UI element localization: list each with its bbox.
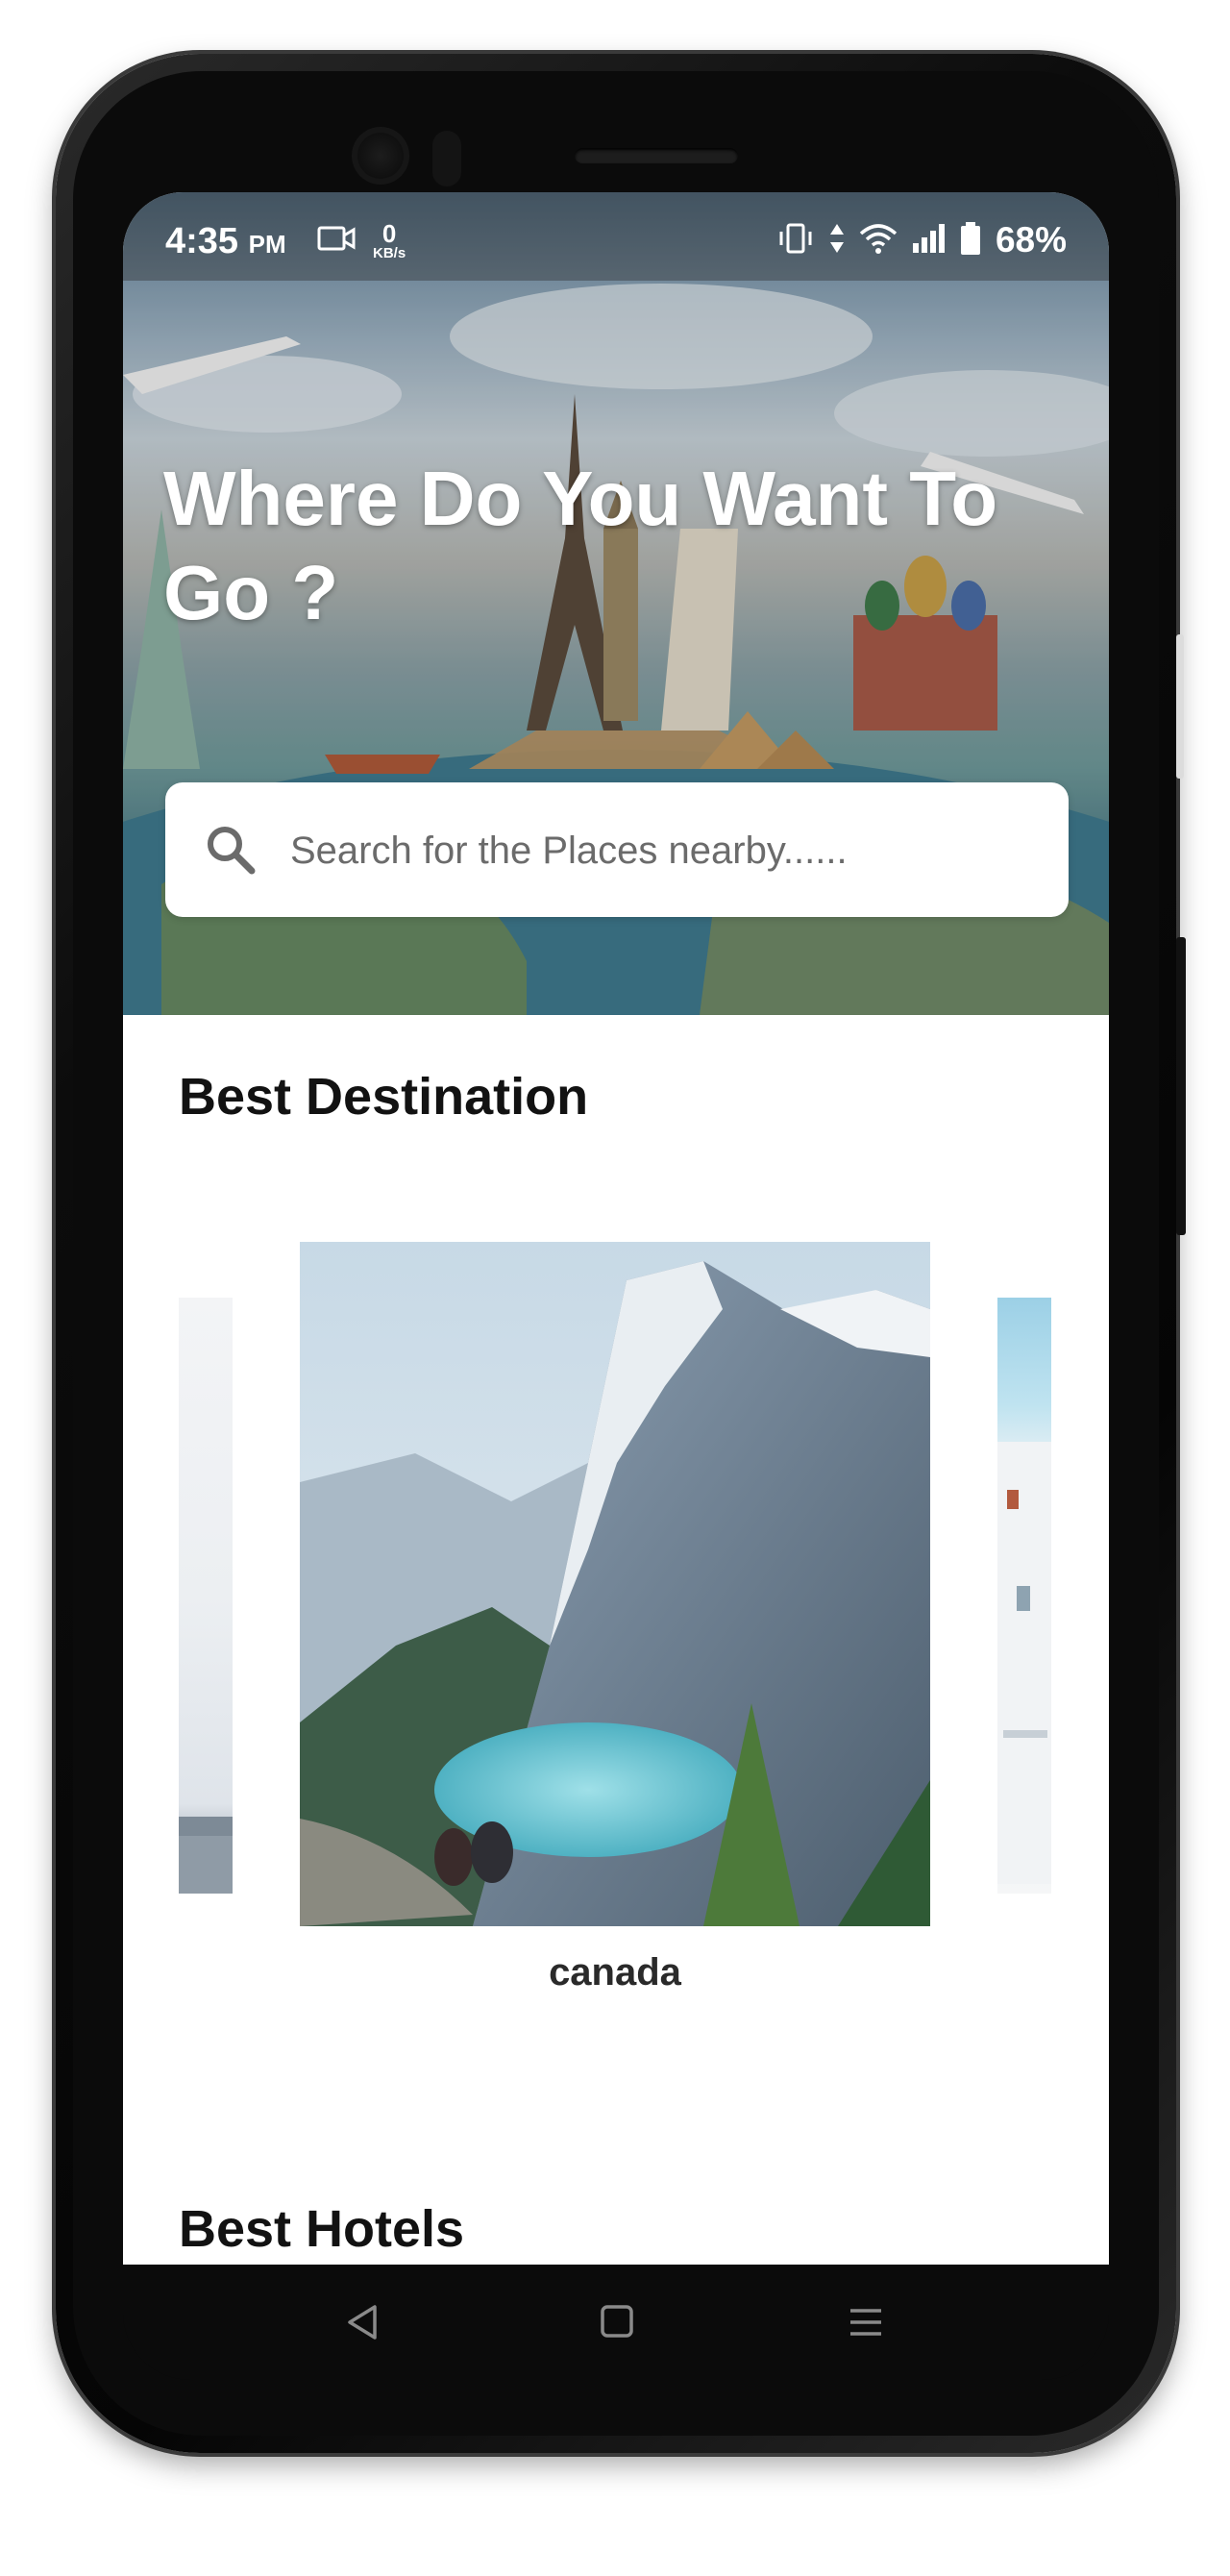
best-hotels-title: Best Hotels (179, 2200, 465, 2258)
search-bar[interactable] (165, 782, 1069, 917)
side-button-upper (1176, 634, 1184, 779)
destination-image-previous (179, 1817, 233, 1894)
search-input[interactable] (288, 811, 1042, 890)
status-left-icons: 0 KB/s (317, 217, 406, 263)
status-time-value: 4:35 (165, 221, 239, 261)
status-right-icons: 68% (776, 217, 1067, 263)
side-button-lower (1176, 937, 1186, 1235)
destination-card-previous[interactable] (179, 1298, 233, 1894)
status-time: 4:35 PM (165, 221, 286, 262)
data-arrows-icon (828, 222, 846, 260)
featured-destination-caption: canada (549, 1951, 681, 1994)
menu-icon[interactable] (837, 2293, 895, 2351)
back-icon[interactable] (336, 2293, 394, 2351)
wifi-icon (859, 222, 898, 260)
app-screen: 4:35 PM 0 KB/s 68% Where Do You Want To … (123, 192, 1109, 2265)
destination-image-next (997, 1442, 1051, 1884)
data-speed-unit: KB/s (373, 244, 406, 261)
proximity-sensor (432, 131, 461, 186)
front-camera (352, 127, 409, 185)
video-call-icon (317, 224, 356, 258)
home-icon[interactable] (587, 2293, 645, 2351)
destination-card-next[interactable] (997, 1298, 1051, 1894)
destination-image-canada (300, 1242, 930, 1926)
search-icon (202, 821, 259, 879)
status-bar: 4:35 PM 0 KB/s 68% (123, 192, 1109, 281)
data-speed-indicator: 0 KB/s (373, 221, 406, 260)
data-speed-value: 0 (381, 218, 397, 248)
battery-icon (959, 221, 982, 260)
hero-headline: Where Do You Want To Go ? (163, 456, 998, 635)
earpiece-speaker (575, 148, 738, 163)
best-destination-title: Best Destination (179, 1068, 589, 1126)
hero-banner: 4:35 PM 0 KB/s 68% Where Do You Want To … (123, 192, 1109, 1015)
system-navigation-bar (123, 2265, 1109, 2380)
signal-icon (911, 222, 946, 260)
battery-percentage: 68% (995, 220, 1067, 260)
vibrate-icon (776, 222, 815, 260)
destination-card-featured[interactable] (300, 1242, 930, 1926)
status-time-suffix: PM (248, 230, 286, 259)
